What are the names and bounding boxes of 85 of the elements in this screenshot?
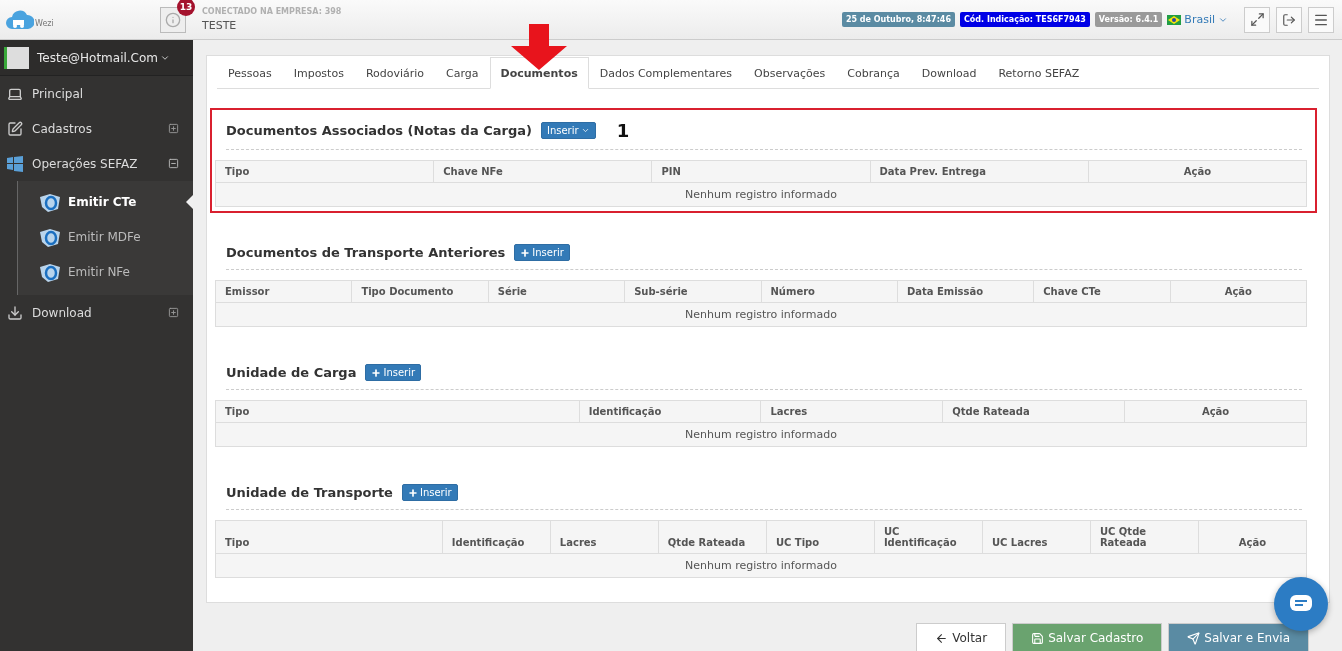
download-icon xyxy=(7,304,23,321)
column-header: Ação xyxy=(1170,280,1307,303)
insert-button[interactable]: Inserir xyxy=(365,364,422,381)
column-header: Ação xyxy=(1124,400,1307,423)
column-header: Chave CTe xyxy=(1033,280,1171,303)
empty-message: Nenhum registro informado xyxy=(215,422,1307,447)
column-header: Qtde Rateada xyxy=(942,400,1125,423)
column-header: UC Identificação xyxy=(874,520,983,554)
column-header: Identificação xyxy=(442,520,551,554)
empty-message: Nenhum registro informado xyxy=(215,182,1307,207)
section-title: Unidade de Carga xyxy=(226,365,357,380)
column-header: UC Qtde Rateada xyxy=(1090,520,1199,554)
info-badge: 25 de Outubro, 8:47:46 xyxy=(841,12,955,27)
info-badge: Cód. Indicação: TES6F7943 xyxy=(960,12,1090,27)
empty-message: Nenhum registro informado xyxy=(215,553,1307,578)
insert-button[interactable]: Inserir xyxy=(514,244,570,261)
column-header: Data Emissão xyxy=(897,280,1034,303)
tab[interactable]: Observações xyxy=(743,57,837,89)
tab[interactable]: Carga xyxy=(435,57,490,89)
column-header: Data Prev. Entrega xyxy=(870,160,1089,183)
column-header: Ação xyxy=(1198,520,1307,554)
send-icon xyxy=(1187,631,1201,645)
column-header: Lacres xyxy=(761,400,943,423)
windows-icon xyxy=(7,155,23,172)
column-header: Identificação xyxy=(579,400,761,423)
user-avatar xyxy=(4,46,29,69)
expand-arrows-icon xyxy=(1249,12,1265,27)
caret-icon xyxy=(580,126,590,135)
section-title: Documentos de Transporte Anteriores xyxy=(226,245,506,260)
tab[interactable]: Cobrança xyxy=(836,57,911,89)
tab[interactable]: Impostos xyxy=(282,57,355,89)
column-header: Lacres xyxy=(550,520,659,554)
column-header: UC Lacres xyxy=(982,520,1091,554)
column-header: Número xyxy=(761,280,898,303)
logout-button[interactable] xyxy=(1276,6,1302,33)
sidebar-item[interactable]: Cadastros xyxy=(0,111,193,146)
logout-icon xyxy=(1282,12,1296,27)
sidebar-subitem[interactable]: Emitir MDFe xyxy=(18,219,193,254)
column-header: PIN xyxy=(651,160,871,183)
plus-icon xyxy=(520,247,531,258)
sidebar-item[interactable]: Operações SEFAZ xyxy=(0,146,193,181)
column-header: UC Tipo xyxy=(766,520,875,554)
flag-icon xyxy=(1167,14,1182,25)
column-header: Chave NFe xyxy=(433,160,652,183)
language-selector[interactable]: Brasil xyxy=(1167,13,1228,26)
fullscreen-button[interactable] xyxy=(1244,6,1270,33)
column-header: Emissor xyxy=(215,280,352,303)
tab[interactable]: Pessoas xyxy=(217,57,283,89)
column-header: Tipo Documento xyxy=(351,280,489,303)
section-title: Unidade de Transporte xyxy=(226,485,393,500)
column-header: Qtde Rateada xyxy=(658,520,767,554)
save-icon xyxy=(1031,631,1045,645)
footer-button[interactable]: Salvar e Envia xyxy=(1168,623,1309,651)
annotation-number: 1 xyxy=(616,120,630,141)
arrow-left-icon xyxy=(935,631,949,645)
tab[interactable]: Retorno SEFAZ xyxy=(987,57,1091,89)
column-header: Tipo xyxy=(215,400,580,423)
info-icon xyxy=(165,11,181,28)
column-header: Série xyxy=(488,280,625,303)
column-header: Tipo xyxy=(215,160,434,183)
column-header: Tipo xyxy=(215,520,443,554)
sidebar-item[interactable]: Principal xyxy=(0,76,193,111)
insert-button[interactable]: Inserir xyxy=(540,122,596,139)
tab[interactable]: Download xyxy=(910,57,988,89)
insert-button[interactable]: Inserir xyxy=(401,484,458,501)
menu-button[interactable] xyxy=(1308,6,1334,33)
plus-icon xyxy=(371,367,382,378)
company-label: CONECTADO NA EMPRESA: 398 xyxy=(202,7,343,16)
footer-button[interactable]: Voltar xyxy=(916,623,1007,651)
section-title: Documentos Associados (Notas da Carga) xyxy=(226,123,532,138)
edit-icon xyxy=(7,120,23,137)
logo-text: Wezi xyxy=(35,18,54,28)
cloud-truck-icon xyxy=(6,8,34,31)
column-header: Sub-série xyxy=(624,280,761,303)
company-name: TESTE xyxy=(202,19,238,32)
tab[interactable]: Rodoviário xyxy=(354,57,436,89)
info-badge: Versão: 6.4.1 xyxy=(1094,12,1163,27)
sidebar-subitem[interactable]: Emitir NFe xyxy=(18,254,193,289)
column-header: Ação xyxy=(1088,160,1307,183)
tab[interactable]: Dados Complementares xyxy=(588,57,744,89)
chat-icon xyxy=(1289,594,1313,614)
notification-count: 13 xyxy=(177,0,195,16)
plus-icon xyxy=(407,487,418,498)
sidebar-item[interactable]: Download xyxy=(0,295,193,330)
empty-message: Nenhum registro informado xyxy=(215,302,1307,327)
